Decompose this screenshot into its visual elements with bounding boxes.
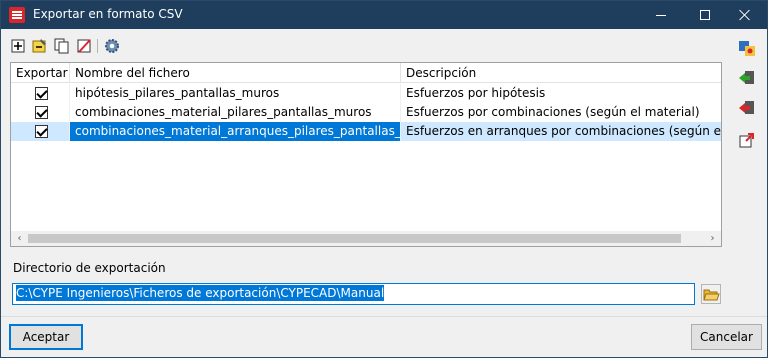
file-name-cell[interactable]: hipótesis_pilares_pantallas_muros: [70, 84, 401, 103]
cancel-button[interactable]: Cancelar: [691, 324, 762, 350]
export-cell: [11, 84, 70, 103]
browse-folder-button[interactable]: [701, 284, 721, 304]
close-button[interactable]: [723, 1, 767, 29]
minimize-icon: [656, 14, 666, 16]
table-row[interactable]: combinaciones_material_pilares_pantallas…: [11, 103, 721, 122]
export-cell: [11, 103, 70, 122]
files-table: Exportar Nombre del fichero Descripción …: [10, 62, 722, 247]
import-arrow-icon: [739, 71, 754, 84]
maximize-button[interactable]: [683, 1, 727, 29]
load-data-icon: [739, 41, 755, 56]
delete-row-icon: [77, 39, 91, 53]
export-cell: [11, 122, 70, 141]
table-row[interactable]: combinaciones_material_arranques_pilares…: [11, 122, 721, 141]
file-name-cell[interactable]: combinaciones_material_arranques_pilares…: [70, 122, 401, 141]
minimize-button[interactable]: [639, 1, 683, 29]
description-cell[interactable]: Esfuerzos en arranques por combinaciones…: [401, 122, 721, 141]
open-folder-icon: [703, 289, 720, 301]
accept-button[interactable]: Aceptar: [9, 324, 83, 350]
load-data-button[interactable]: [738, 39, 756, 57]
table-header: Exportar Nombre del fichero Descripción: [11, 63, 721, 83]
export-button[interactable]: [738, 99, 756, 117]
add-row-button[interactable]: [9, 37, 27, 55]
description-cell[interactable]: Esfuerzos por hipótesis: [401, 84, 721, 103]
copy-row-button[interactable]: [53, 37, 71, 55]
maximize-icon: [700, 10, 710, 20]
export-arrow-icon: [739, 101, 754, 114]
settings-gear-icon: [105, 39, 119, 53]
open-external-icon: [739, 133, 754, 148]
export-directory-label: Directorio de exportación: [13, 261, 166, 275]
description-cell[interactable]: Esfuerzos por combinaciones (según el ma…: [401, 103, 721, 122]
horizontal-scrollbar[interactable]: ‹ ›: [11, 231, 721, 246]
close-icon: [739, 9, 751, 21]
copy-row-icon: [54, 38, 69, 54]
delete-row-button[interactable]: [75, 37, 93, 55]
table-row[interactable]: hipótesis_pilares_pantallas_muros Esfuer…: [11, 84, 721, 103]
export-checkbox[interactable]: [35, 106, 48, 119]
scroll-left-arrow-icon[interactable]: ‹: [11, 231, 28, 246]
edit-row-button[interactable]: [31, 37, 49, 55]
title-bar[interactable]: Exportar en formato CSV: [1, 1, 767, 29]
scrollbar-thumb[interactable]: [28, 234, 681, 243]
edit-row-icon: [32, 39, 46, 53]
export-checkbox[interactable]: [35, 87, 48, 100]
cype-app-icon: [9, 7, 25, 23]
add-row-icon: [11, 39, 25, 53]
export-directory-input[interactable]: C:\CYPE Ingenieros\Ficheros de exportaci…: [12, 283, 695, 305]
open-external-button[interactable]: [738, 131, 756, 149]
column-header-file-name[interactable]: Nombre del fichero: [70, 63, 401, 83]
export-directory-value: C:\CYPE Ingenieros\Ficheros de exportaci…: [16, 285, 385, 301]
settings-button[interactable]: [103, 37, 121, 55]
import-button[interactable]: [738, 69, 756, 87]
file-name-cell[interactable]: combinaciones_material_pilares_pantallas…: [70, 103, 401, 122]
column-header-description[interactable]: Descripción: [401, 63, 721, 83]
window-title: Exportar en formato CSV: [33, 7, 183, 21]
export-csv-dialog: Exportar en formato CSV Exportar Nombre …: [0, 0, 768, 358]
scroll-right-arrow-icon[interactable]: ›: [704, 231, 721, 246]
column-header-export[interactable]: Exportar: [11, 63, 70, 83]
export-checkbox[interactable]: [35, 125, 48, 138]
toolbar-separator: [97, 39, 98, 53]
footer-divider: [1, 316, 767, 317]
